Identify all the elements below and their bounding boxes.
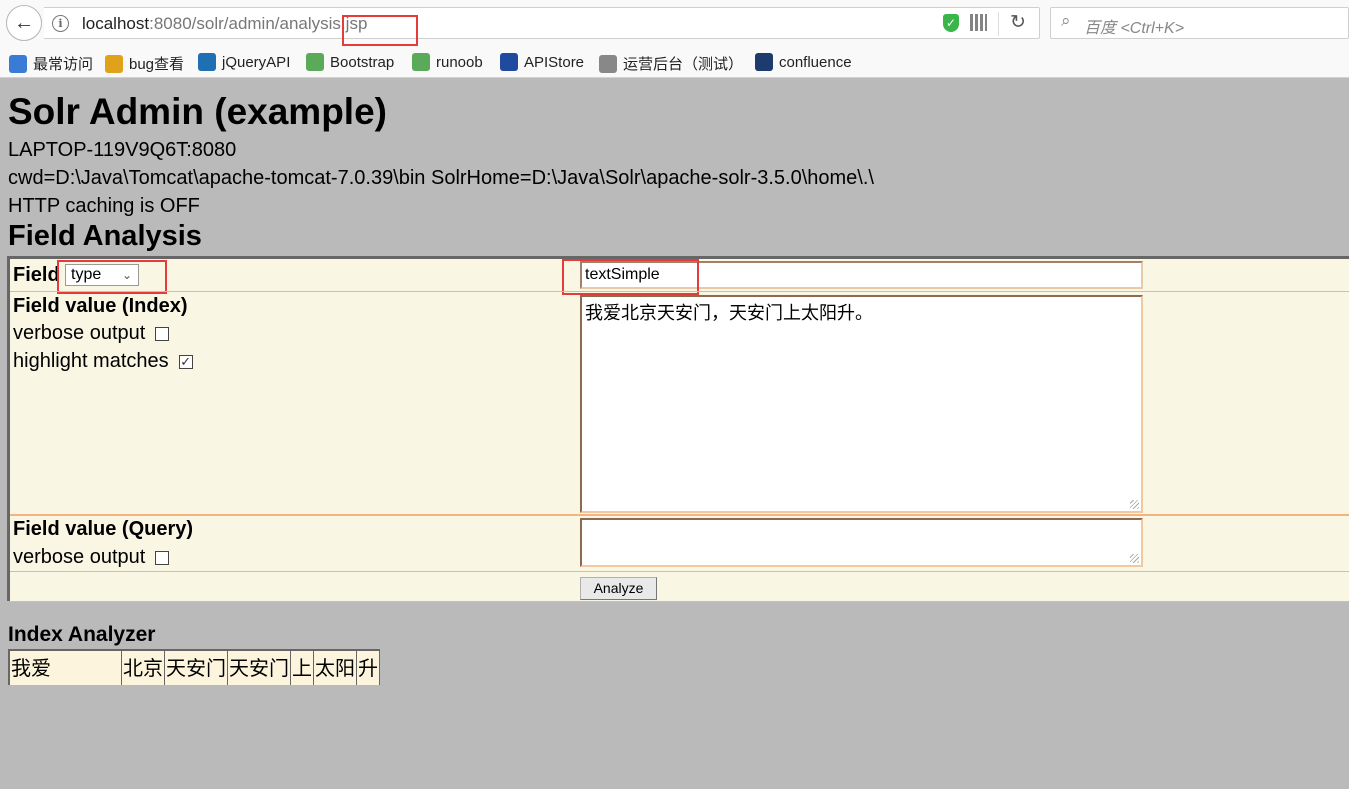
bookmarks-bar: 最常访问 bug查看 jQueryAPI Bootstrap runoob APIStor… bbox=[0, 46, 1349, 78]
caching-status: HTTP caching is OFF bbox=[8, 195, 200, 217]
row-divider bbox=[10, 601, 1349, 602]
index-analyzer-title: Index Analyzer bbox=[8, 623, 156, 646]
solr-admin-page: Solr Admin (example) LAPTOP-119V9Q6T:808… bbox=[0, 78, 1349, 789]
token-cell: 天安门 bbox=[228, 651, 291, 685]
apistore-icon bbox=[500, 53, 518, 71]
host-info: LAPTOP-119V9Q6T:8080 bbox=[8, 139, 237, 161]
bookmark-item[interactable]: runoob bbox=[412, 53, 483, 71]
row-divider bbox=[10, 571, 1349, 572]
query-value-label: Field value (Query) bbox=[13, 518, 194, 540]
index-verbose-checkbox[interactable] bbox=[155, 326, 170, 341]
token-cell: 天安门 bbox=[165, 651, 228, 685]
bookmark-item[interactable]: bug查看 bbox=[105, 53, 184, 74]
bookmark-label: runoob bbox=[436, 53, 483, 71]
shield-icon[interactable]: ✓ bbox=[943, 14, 959, 32]
token-cell: 我爱 bbox=[10, 651, 122, 685]
row-divider bbox=[10, 291, 1349, 292]
browser-toolbar: ← i localhost:8080/solr/admin/analysis.j… bbox=[0, 0, 1349, 46]
analysis-form: Field type ⌄ textSimple Field value (Inde… bbox=[7, 256, 1349, 602]
analyze-button[interactable]: Analyze bbox=[580, 577, 657, 600]
field-label: Field bbox=[13, 264, 60, 286]
query-verbose-row: verbose output bbox=[13, 546, 170, 569]
search-input[interactable]: ⌕ 百度 <Ctrl+K> bbox=[1050, 7, 1349, 39]
most-visited-icon bbox=[9, 54, 27, 73]
bookmark-item[interactable]: 最常访问 bbox=[9, 53, 93, 74]
token-cell: 升 bbox=[357, 651, 380, 685]
cwd-info: cwd=D:\Java\Tomcat\apache-tomcat-7.0.39\… bbox=[8, 167, 874, 189]
field-select-annotation-box bbox=[57, 260, 167, 294]
address-bar[interactable]: i localhost:8080/solr/admin/analysis.jsp… bbox=[44, 7, 1040, 46]
bookmark-label: 运营后台（测试） bbox=[623, 56, 744, 73]
jquery-icon bbox=[198, 53, 216, 71]
reload-icon[interactable]: ↻ bbox=[1010, 11, 1026, 34]
bootstrap-icon bbox=[306, 53, 324, 71]
bookmark-item[interactable]: APIStore bbox=[500, 53, 584, 71]
token-cell: 北京 bbox=[122, 651, 165, 685]
bookmark-item[interactable]: Bootstrap bbox=[306, 53, 394, 71]
runoob-icon bbox=[412, 53, 430, 71]
url-annotation-box bbox=[342, 15, 418, 46]
section-title: Field Analysis bbox=[8, 220, 202, 252]
bookmark-label: bug查看 bbox=[129, 56, 185, 73]
confluence-icon bbox=[755, 53, 773, 71]
bookmark-item[interactable]: confluence bbox=[755, 53, 852, 71]
token-table: 我爱 北京 天安门 天安门上太阳升 bbox=[8, 649, 380, 685]
query-value-textarea[interactable] bbox=[580, 518, 1143, 567]
bookmark-label: Bootstrap bbox=[330, 53, 395, 71]
globe-icon bbox=[599, 54, 617, 73]
highlight-checkbox[interactable]: ✓ bbox=[178, 354, 193, 369]
resize-grip-icon[interactable] bbox=[1130, 554, 1139, 563]
back-arrow-icon[interactable]: ← bbox=[6, 5, 42, 41]
bookmark-item[interactable]: jQueryAPI bbox=[198, 53, 290, 71]
bookmark-label: confluence bbox=[779, 53, 852, 71]
bookmark-item[interactable]: 运营后台（测试） bbox=[599, 53, 743, 74]
qr-code-icon[interactable] bbox=[970, 14, 987, 31]
index-value-textarea[interactable]: 我爱北京天安门，天安门上太阳升。 bbox=[580, 295, 1143, 513]
bookmark-label: 最常访问 bbox=[33, 56, 94, 73]
bug-tracker-icon bbox=[105, 54, 123, 73]
search-icon: ⌕ bbox=[1061, 11, 1071, 30]
divider bbox=[998, 12, 999, 36]
url-text: localhost:8080/solr/admin/analysis.jsp bbox=[82, 14, 368, 33]
field-name-annotation-box bbox=[562, 259, 699, 295]
resize-grip-icon[interactable] bbox=[1130, 500, 1139, 509]
query-verbose-checkbox[interactable] bbox=[155, 550, 170, 565]
index-verbose-row: verbose output bbox=[13, 322, 170, 345]
token-cell: 上 bbox=[291, 651, 314, 685]
search-placeholder: 百度 <Ctrl+K> bbox=[1084, 20, 1185, 37]
info-icon[interactable]: i bbox=[52, 15, 69, 32]
bookmark-label: APIStore bbox=[524, 53, 585, 71]
bookmark-label: jQueryAPI bbox=[222, 53, 291, 71]
highlight-row: highlight matches ✓ bbox=[13, 350, 193, 372]
index-value-label: Field value (Index) bbox=[13, 295, 188, 317]
page-title: Solr Admin (example) bbox=[8, 91, 387, 132]
row-divider bbox=[10, 514, 1349, 516]
token-cell: 太阳 bbox=[314, 651, 357, 685]
